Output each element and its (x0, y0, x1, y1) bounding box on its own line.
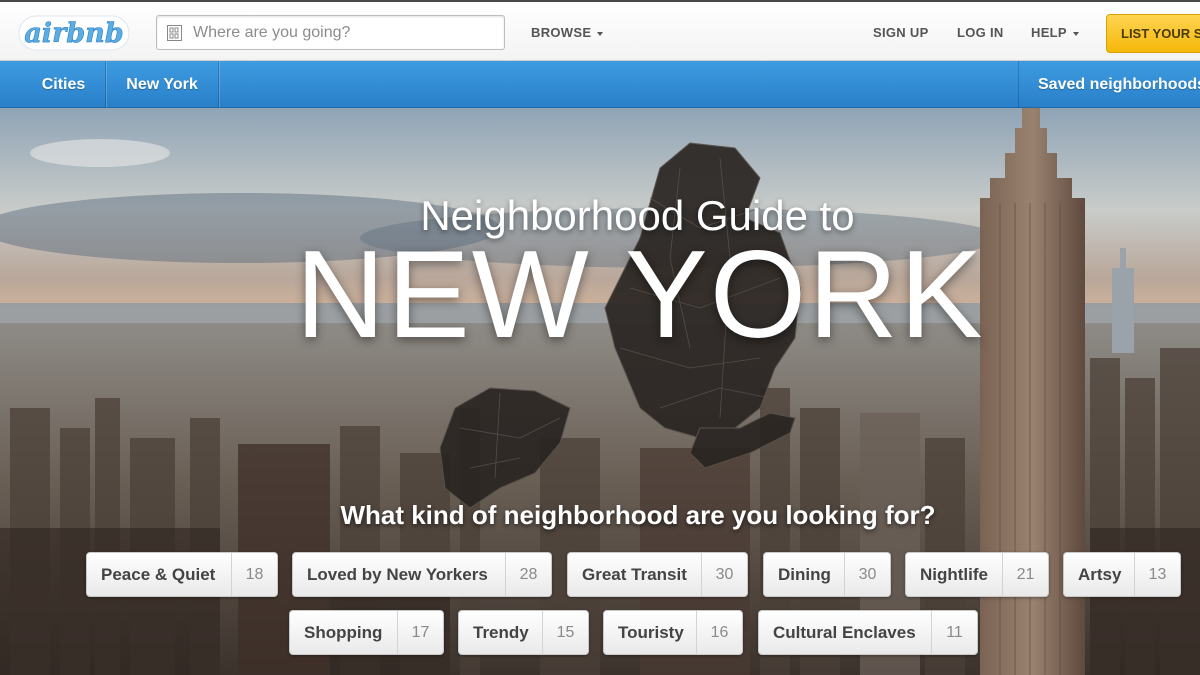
filter-count: 18 (231, 553, 277, 596)
filter-count: 30 (844, 553, 890, 596)
search-icon (167, 25, 182, 41)
filter-label: Trendy (473, 622, 529, 642)
filter-count: 17 (397, 611, 443, 654)
page-title: NEW YORK (295, 226, 985, 364)
filter-shopping[interactable]: Shopping 17 (289, 610, 444, 655)
filter-label: Great Transit (582, 564, 687, 584)
filter-count: 21 (1002, 553, 1048, 596)
filter-label: Shopping (304, 622, 383, 642)
neighborhood-question: What kind of neighborhood are you lookin… (340, 500, 936, 530)
filter-touristy[interactable]: Touristy 16 (603, 610, 743, 655)
help-menu[interactable]: HELP (1031, 25, 1079, 40)
filter-cultural-enclaves[interactable]: Cultural Enclaves 11 (758, 610, 978, 655)
list-your-space-button[interactable]: LIST YOUR S (1106, 14, 1200, 53)
search-box[interactable] (156, 15, 505, 50)
breadcrumb-new-york[interactable]: New York (106, 61, 219, 108)
filter-label: Touristy (618, 622, 684, 642)
filter-great-transit[interactable]: Great Transit 30 (567, 552, 748, 597)
filter-count: 15 (542, 611, 588, 654)
log-in-link[interactable]: LOG IN (957, 25, 1004, 40)
breadcrumb: Cities New York Saved neighborhoods (0, 61, 1200, 108)
airbnb-logo[interactable]: airbnb (18, 14, 130, 52)
svg-text:airbnb: airbnb (24, 18, 123, 49)
filter-trendy[interactable]: Trendy 15 (458, 610, 589, 655)
filter-nightlife[interactable]: Nightlife 21 (905, 552, 1049, 597)
filter-dining[interactable]: Dining 30 (763, 552, 891, 597)
filter-count: 28 (505, 553, 551, 596)
saved-neighborhoods-link[interactable]: Saved neighborhoods (1018, 61, 1200, 108)
filter-count: 16 (696, 611, 742, 654)
filter-label: Nightlife (920, 564, 988, 584)
filter-label: Peace & Quiet (101, 564, 216, 584)
filter-label: Artsy (1078, 564, 1122, 584)
browse-label: BROWSE (531, 25, 592, 40)
filter-count: 13 (1134, 553, 1180, 596)
filter-artsy[interactable]: Artsy 13 (1063, 552, 1181, 597)
chevron-down-icon (597, 31, 604, 36)
filter-label: Dining (778, 564, 831, 584)
help-label: HELP (1031, 25, 1067, 40)
filter-peace-quiet[interactable]: Peace & Quiet 18 (86, 552, 278, 597)
sign-up-link[interactable]: SIGN UP (873, 25, 929, 40)
breadcrumb-cities[interactable]: Cities (22, 61, 106, 108)
search-input[interactable] (193, 22, 493, 44)
filter-loved-by-new-yorkers[interactable]: Loved by New Yorkers 28 (292, 552, 552, 597)
filter-count: 30 (701, 553, 747, 596)
filter-label: Loved by New Yorkers (307, 564, 488, 584)
filter-count: 11 (931, 611, 977, 654)
filter-label: Cultural Enclaves (773, 622, 916, 642)
top-header: airbnb BROWSE SIGN UP LOG IN HELP LIST Y… (0, 0, 1200, 61)
chevron-down-icon (1072, 31, 1079, 36)
browse-menu[interactable]: BROWSE (531, 25, 604, 40)
hero-banner: Neighborhood Guide to NEW YORK What kind… (0, 108, 1200, 675)
